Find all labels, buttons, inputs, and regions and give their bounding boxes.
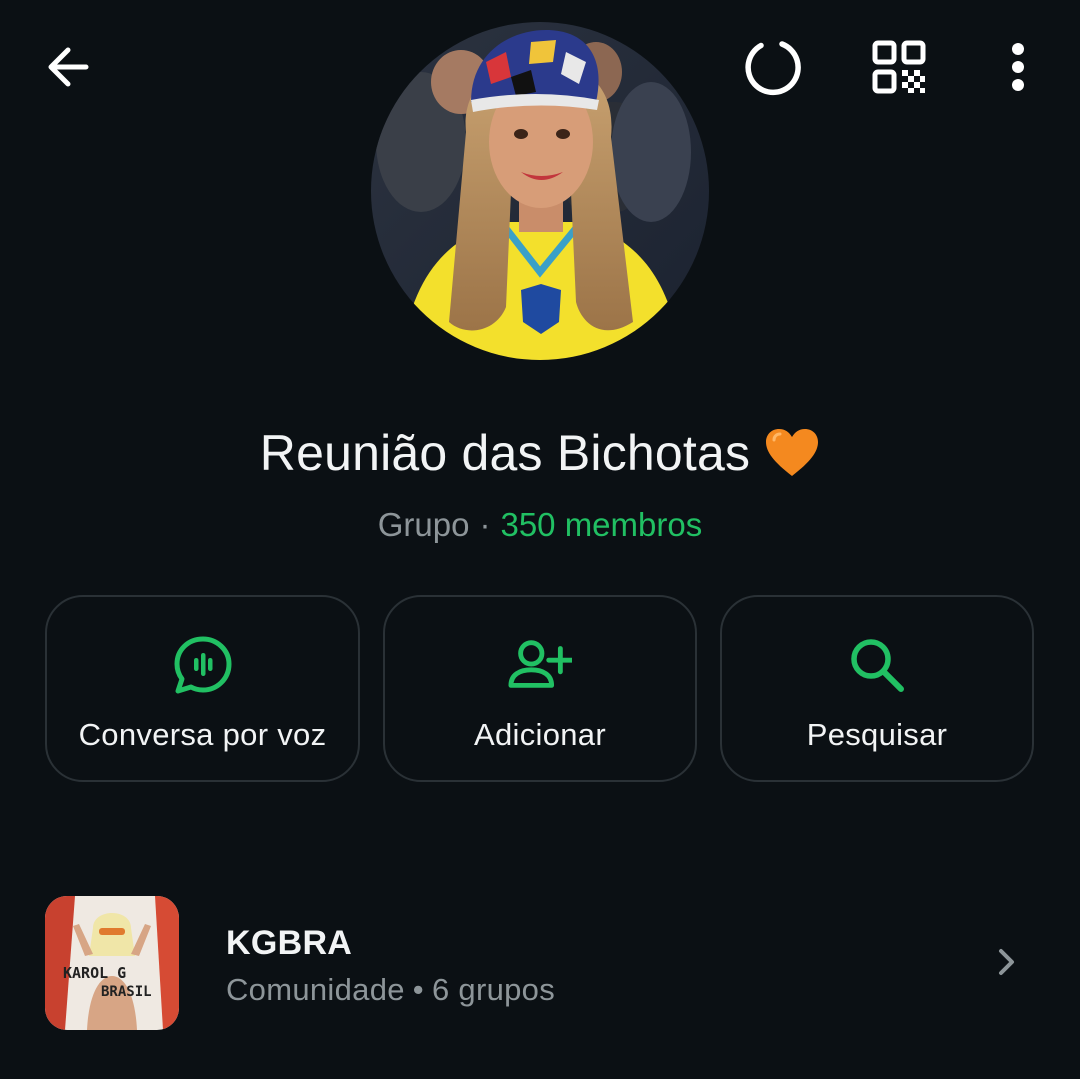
community-thumbnail: KAROL G BRASIL <box>45 896 179 1030</box>
community-subtitle: Comunidade • 6 grupos <box>226 972 555 1008</box>
more-vert-icon <box>1012 43 1024 91</box>
search-label: Pesquisar <box>806 717 948 752</box>
group-info-screen: Reunião das Bichotas Grupo · 350 membros… <box>0 0 1080 1079</box>
community-photo: KAROL G BRASIL <box>45 896 179 1030</box>
add-member-button[interactable]: Adicionar <box>383 595 697 782</box>
thumb-text-1: KAROL G <box>63 964 126 982</box>
group-photo <box>371 22 709 360</box>
group-title-row: Reunião das Bichotas <box>0 424 1080 482</box>
qr-code-button[interactable] <box>867 35 931 99</box>
group-type: Grupo <box>377 506 470 543</box>
sync-progress-icon <box>745 41 801 96</box>
voice-chat-icon <box>174 636 231 694</box>
sync-progress-button[interactable] <box>742 35 806 99</box>
group-subtitle: Grupo · 350 membros <box>0 506 1080 544</box>
orange-heart-icon <box>766 429 819 476</box>
thumb-text-2: BRASIL <box>101 984 152 1000</box>
add-person-icon <box>508 640 572 688</box>
search-icon <box>851 639 904 692</box>
community-separator: • <box>412 972 424 1007</box>
subtitle-separator: · <box>479 506 491 543</box>
group-name: Reunião das Bichotas <box>259 425 751 481</box>
members-count-link[interactable]: 350 membros <box>500 506 702 544</box>
add-member-label: Adicionar <box>474 717 606 752</box>
search-button[interactable]: Pesquisar <box>720 595 1034 782</box>
group-avatar[interactable] <box>371 22 709 360</box>
more-options-button[interactable] <box>986 35 1050 99</box>
community-group-count: 6 grupos <box>431 972 555 1007</box>
arrow-left-icon <box>48 47 89 87</box>
qr-code-icon <box>872 40 926 94</box>
community-name: KGBRA <box>226 924 353 962</box>
voice-chat-button[interactable]: Conversa por voz <box>45 595 360 782</box>
voice-chat-label: Conversa por voz <box>78 717 327 752</box>
chevron-right-icon <box>999 949 1014 975</box>
community-row[interactable]: KAROL G BRASIL KGBRA Comunidade • 6 grupos <box>0 880 1080 1050</box>
community-type: Comunidade <box>226 972 405 1007</box>
back-button[interactable] <box>36 35 100 99</box>
